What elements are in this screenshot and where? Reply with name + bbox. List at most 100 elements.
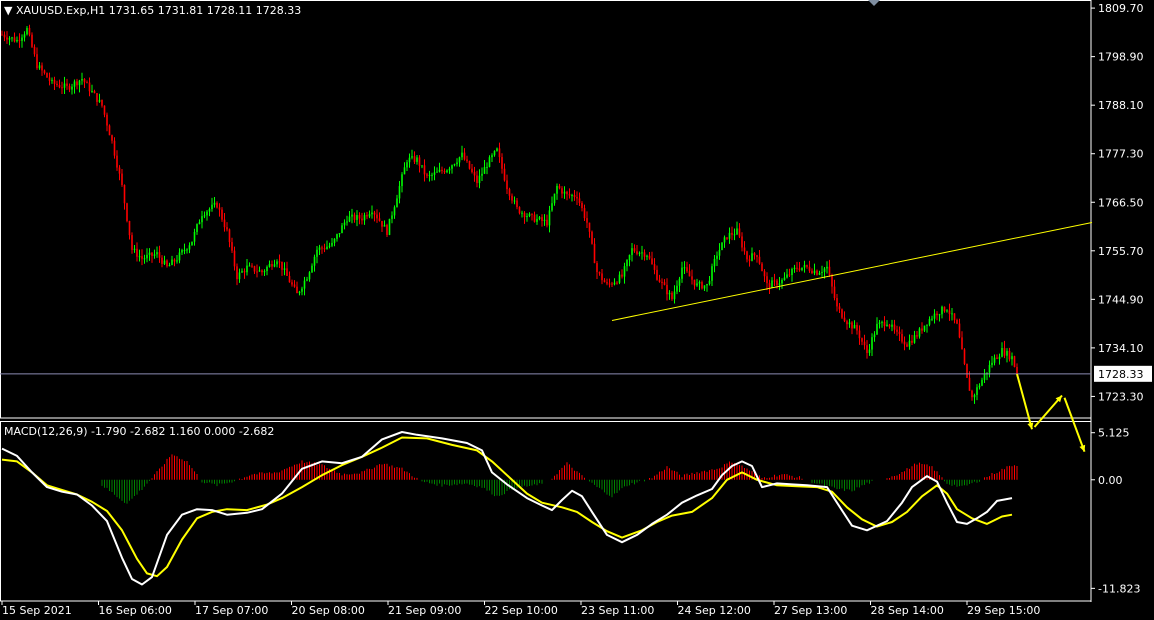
candle-body (848, 322, 851, 325)
candle-body (471, 168, 473, 173)
candle-body (93, 90, 96, 94)
candle-body (123, 184, 126, 204)
candle-body (1011, 356, 1013, 360)
candle-body (388, 218, 391, 235)
candle-body (478, 175, 481, 184)
candle-body (646, 255, 648, 257)
candle-body (273, 264, 276, 267)
candle-body (361, 218, 363, 221)
candle-body (266, 266, 268, 272)
candle-body (383, 225, 386, 227)
candle-body (713, 258, 716, 267)
candle-body (731, 232, 733, 235)
candle-body (183, 250, 186, 252)
candle-body (596, 263, 598, 273)
candle-body (538, 217, 541, 219)
candle-body (311, 265, 313, 273)
candle-body (158, 252, 161, 258)
candle-body (823, 268, 826, 272)
candle-body (606, 282, 608, 284)
candle-body (841, 309, 843, 318)
candle-body (631, 248, 633, 255)
time-tick-label: 21 Sep 09:00 (388, 604, 461, 617)
candle-body (386, 225, 388, 235)
candle-body (308, 272, 311, 280)
time-tick-label: 17 Sep 07:00 (195, 604, 268, 617)
candle-body (241, 271, 243, 273)
candle-body (406, 162, 408, 168)
candle-body (993, 357, 996, 363)
candle-body (1, 34, 3, 36)
candle-body (901, 333, 903, 342)
candle-body (213, 202, 216, 205)
candle-body (916, 335, 918, 337)
candle-body (553, 193, 556, 204)
dropdown-triangle-icon[interactable]: ▼ (4, 4, 12, 17)
candle-body (43, 70, 46, 74)
candle-body (988, 364, 991, 373)
candle-body (528, 213, 531, 217)
candle-body (141, 256, 143, 259)
candle-body (573, 195, 576, 198)
candle-body (438, 169, 441, 172)
candle-body (561, 188, 563, 194)
candle-body (638, 252, 641, 254)
candle-body (38, 65, 41, 69)
candle-body (381, 220, 383, 227)
candle-body (671, 292, 673, 300)
candle-body (441, 169, 443, 172)
candle-body (651, 258, 653, 265)
candle-body (281, 261, 283, 270)
candle-body (973, 394, 976, 398)
price-tick-label: 1723.30 (1098, 390, 1144, 403)
main-panel-frame (0, 0, 1092, 419)
candle-body (906, 344, 908, 347)
candle-body (293, 284, 296, 287)
candle-body (656, 269, 658, 280)
trading-chart[interactable]: 1809.70 1798.90 1788.10 1777.30 1766.50 1755.… (0, 0, 1154, 620)
candle-body (191, 241, 193, 246)
candle-body (91, 90, 93, 92)
time-tick-label: 23 Sep 11:00 (581, 604, 654, 617)
candle-body (681, 267, 683, 279)
candle-body (98, 99, 101, 102)
candle-body (858, 330, 861, 339)
candle-body (343, 222, 346, 226)
candle-body (881, 321, 883, 323)
candle-body (843, 317, 846, 322)
candle-body (36, 54, 38, 69)
candle-body (276, 261, 278, 265)
candle-body (761, 263, 763, 272)
candle-body (523, 212, 526, 218)
candle-body (418, 157, 421, 166)
candle-body (893, 324, 896, 330)
candle-body (28, 27, 31, 35)
candle-body (846, 321, 848, 325)
candle-body (403, 167, 406, 175)
candle-body (798, 268, 801, 271)
candle-body (181, 250, 183, 253)
candle-body (838, 306, 841, 310)
candle-body (296, 286, 298, 294)
candle-body (968, 377, 971, 391)
candle-body (598, 272, 601, 274)
candle-body (196, 224, 198, 232)
candle-body (748, 259, 751, 261)
candle-body (1001, 347, 1003, 357)
candle-body (291, 282, 293, 285)
candle-body (83, 78, 86, 83)
candle-body (806, 265, 808, 267)
candle-body (543, 219, 546, 221)
candle-body (716, 255, 718, 259)
candle-body (861, 338, 863, 342)
candle-body (616, 282, 618, 284)
candle-body (163, 260, 166, 264)
candle-body (261, 270, 263, 273)
candle-body (803, 265, 806, 268)
candle-body (863, 341, 866, 346)
candle-body (101, 99, 103, 106)
candle-body (518, 207, 521, 214)
candle-body (581, 202, 583, 209)
candle-body (816, 270, 818, 275)
candle-body (503, 168, 506, 181)
